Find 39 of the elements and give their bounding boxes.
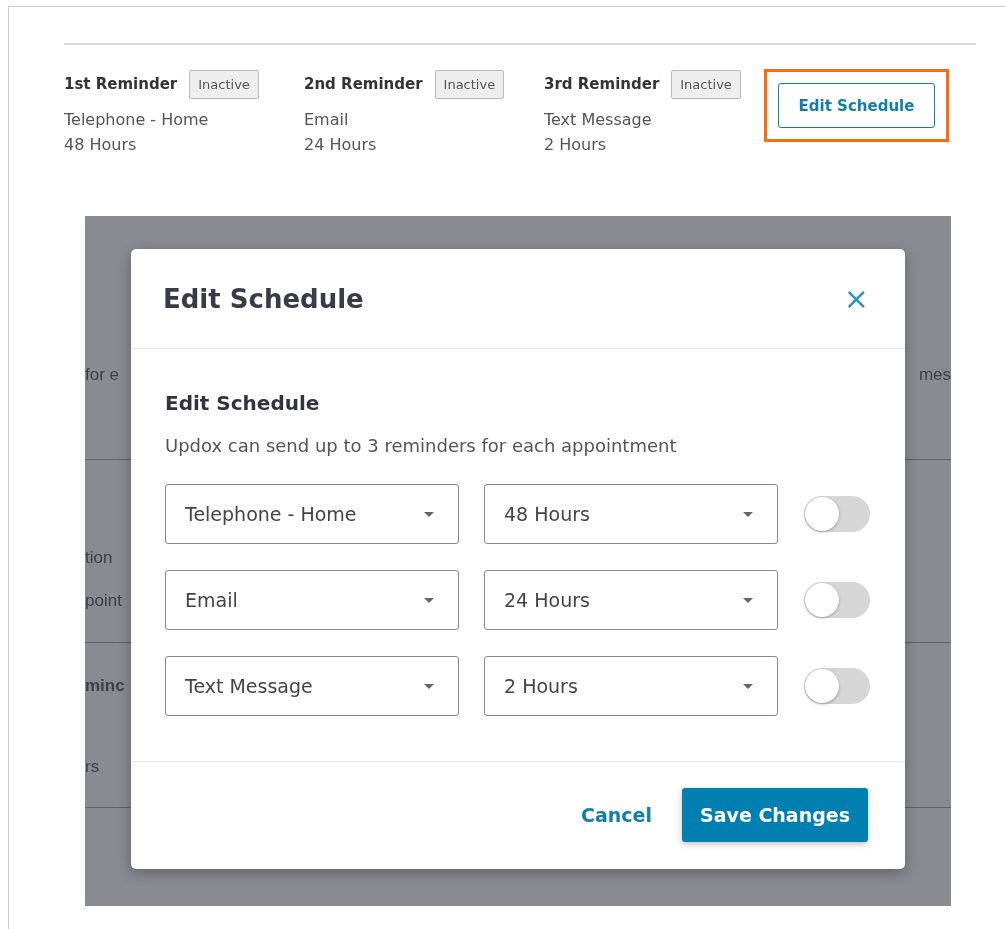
- caret-icon: [424, 511, 434, 517]
- description-text: Updox can send up to 3 reminders for each appointment: [165, 435, 678, 456]
- background-text: tion: [85, 547, 113, 569]
- save-changes-button[interactable]: Save Changes: [682, 788, 868, 842]
- toggle-switch[interactable]: [804, 668, 870, 704]
- dropdown-field[interactable]: Email: [165, 570, 459, 630]
- toggle-switch[interactable]: [804, 496, 870, 532]
- caret-icon: [743, 511, 753, 517]
- caret-icon: [424, 597, 434, 603]
- background-text: point: [85, 590, 122, 612]
- reminder-method: Email: [304, 109, 350, 131]
- caret-icon: [743, 683, 753, 689]
- dropdown-field[interactable]: 24 Hours: [484, 570, 778, 630]
- caret-icon: [743, 597, 753, 603]
- background-text: rs: [85, 756, 100, 778]
- status-badge: Inactive: [189, 69, 259, 99]
- section-heading: Edit Schedule: [165, 391, 321, 415]
- reminder-title: 1st Reminder: [64, 75, 178, 93]
- reminder-method: Telephone - Home: [64, 109, 210, 131]
- status-badge: Inactive: [434, 69, 505, 99]
- reminder-lead-time: 48 Hours: [64, 134, 138, 156]
- reminder-lead-time: 24 Hours: [304, 134, 378, 156]
- cancel-button[interactable]: Cancel: [581, 804, 652, 826]
- background-text: for e: [85, 364, 120, 386]
- status-badge: Inactive: [671, 69, 741, 99]
- dropdown-field[interactable]: 48 Hours: [484, 484, 778, 544]
- caret-icon: [424, 683, 434, 689]
- reminder-method: Text Message: [544, 109, 653, 131]
- dropdown-field[interactable]: Text Message: [165, 656, 459, 716]
- background-text: minc: [85, 675, 125, 697]
- dropdown-field[interactable]: Telephone - Home: [165, 484, 459, 544]
- dialog-title: Edit Schedule: [163, 283, 364, 314]
- reminder-title: 2nd Reminder: [304, 75, 423, 93]
- background-text: mes: [918, 364, 951, 386]
- dropdown-field[interactable]: 2 Hours: [484, 656, 778, 716]
- reminder-title: 3rd Reminder: [544, 75, 660, 93]
- edit-schedule-button[interactable]: Edit Schedule: [778, 83, 935, 128]
- toggle-switch[interactable]: [804, 582, 870, 618]
- reminder-lead-time: 2 Hours: [544, 134, 608, 156]
